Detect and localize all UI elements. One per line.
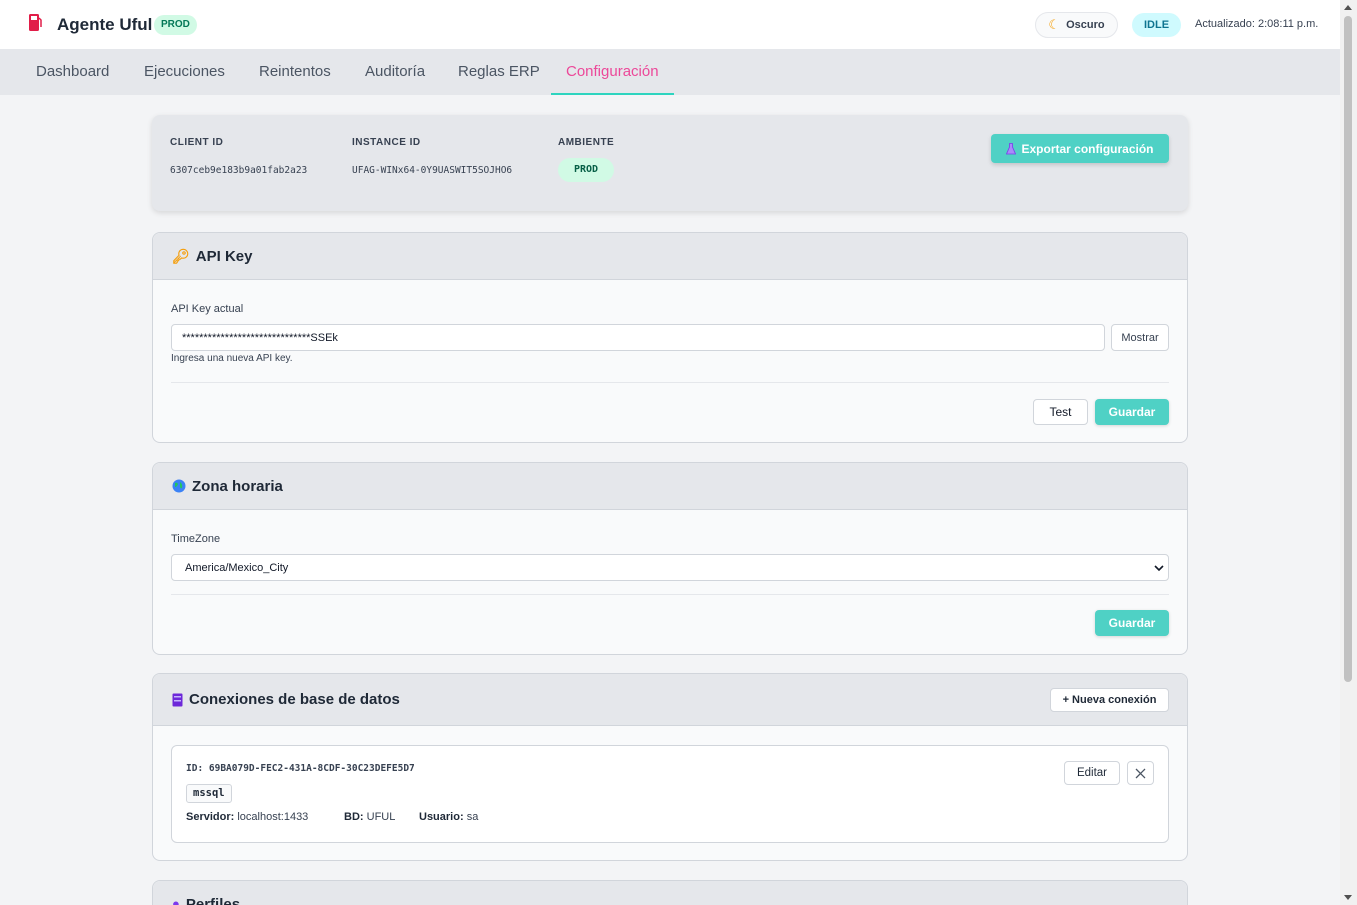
server-label: Servidor: <box>186 811 235 823</box>
db-label: BD: <box>344 811 364 823</box>
edit-connection-button[interactable]: Editar <box>1064 761 1120 785</box>
instance-id-label: INSTANCE ID <box>352 137 421 148</box>
instance-info-card: CLIENT ID 6307ceb9e183b9a01fab2a23 INSTA… <box>152 115 1188 211</box>
scroll-thumb[interactable] <box>1344 16 1352 682</box>
connection-server: Servidor: localhost:1433 <box>186 811 308 823</box>
timezone-header: Zona horaria <box>153 463 1187 510</box>
main-nav: Dashboard Ejecuciones Reintentos Auditor… <box>0 50 1340 95</box>
theme-toggle-label: Oscuro <box>1066 19 1105 31</box>
chevron-down-icon <box>1154 565 1164 572</box>
user-icon: ● <box>172 896 180 905</box>
scroll-down-icon[interactable] <box>1344 895 1352 900</box>
top-bar: Agente Uful PROD ☾ Oscuro IDLE Actualiza… <box>0 0 1340 50</box>
timezone-title: Zona horaria <box>192 477 283 495</box>
api-key-field-label: API Key actual <box>171 303 244 315</box>
close-icon <box>1135 768 1146 778</box>
user-value: sa <box>466 811 479 823</box>
db-value: UFUL <box>366 811 396 823</box>
profiles-card: ● Perfiles <box>152 880 1188 905</box>
server-icon <box>172 693 183 706</box>
connection-type-badge: mssql <box>186 784 232 803</box>
tab-ejecuciones[interactable]: Ejecuciones <box>129 50 240 95</box>
timezone-select[interactable]: America/Mexico_City <box>171 554 1169 581</box>
environment-label: AMBIENTE <box>558 137 615 148</box>
profiles-title: Perfiles <box>185 896 241 905</box>
connection-item: ID: 69BA079D-FEC2-431A-8CDF-30C23DEFE5D7… <box>171 745 1169 843</box>
app-title: Agente Uful <box>57 15 153 34</box>
db-connections-title: Conexiones de base de datos <box>189 691 400 708</box>
client-id-value: 6307ceb9e183b9a01fab2a23 <box>170 165 308 176</box>
fuel-pump-icon <box>29 14 42 31</box>
tab-dashboard[interactable]: Dashboard <box>21 50 124 95</box>
divider <box>171 382 1169 383</box>
environment-badge: PROD <box>558 158 614 182</box>
timezone-selected: America/Mexico_City <box>185 561 289 574</box>
divider <box>171 594 1169 595</box>
connection-user: Usuario: sa <box>419 811 478 823</box>
key-icon: 🔑︎ <box>172 247 190 264</box>
client-id-label: CLIENT ID <box>170 137 224 148</box>
tab-auditoria[interactable]: Auditoría <box>350 50 440 95</box>
api-key-hint: Ingresa una nueva API key. <box>171 353 293 364</box>
status-badge: IDLE <box>1132 13 1181 37</box>
export-config-label: Exportar configuración <box>1021 141 1154 156</box>
theme-toggle-button[interactable]: ☾ Oscuro <box>1035 12 1118 38</box>
flask-icon <box>1006 142 1017 154</box>
last-updated: Actualizado: 2:08:11 p.m. <box>1195 18 1319 30</box>
timezone-field-label: TimeZone <box>171 533 221 545</box>
show-api-key-button[interactable]: Mostrar <box>1111 324 1169 351</box>
server-value: localhost:1433 <box>237 811 309 823</box>
export-config-button[interactable]: Exportar configuración <box>991 134 1169 163</box>
api-key-header: 🔑︎ API Key <box>153 233 1187 280</box>
db-connections-card: Conexiones de base de datos + Nueva cone… <box>152 673 1188 861</box>
save-timezone-button[interactable]: Guardar <box>1095 610 1169 636</box>
tab-configuracion[interactable]: Configuración <box>551 50 674 95</box>
tab-reintentos[interactable]: Reintentos <box>244 50 346 95</box>
api-key-title: API Key <box>195 247 253 265</box>
env-badge: PROD <box>154 15 197 35</box>
instance-id-value: UFAG-WINx64-0Y9UASWIT5SOJHO6 <box>352 165 513 176</box>
connection-id: ID: 69BA079D-FEC2-431A-8CDF-30C23DEFE5D7 <box>186 763 415 774</box>
test-api-key-button[interactable]: Test <box>1033 399 1088 425</box>
api-key-input[interactable]: ******************************SSEk <box>171 324 1105 351</box>
db-connections-header: Conexiones de base de datos <box>153 674 1187 726</box>
profiles-header: ● Perfiles <box>153 881 1187 905</box>
timezone-card: Zona horaria TimeZone America/Mexico_Cit… <box>152 462 1188 655</box>
connection-db: BD: UFUL <box>344 811 395 823</box>
page-scrollbar[interactable] <box>1340 0 1357 905</box>
save-api-key-button[interactable]: Guardar <box>1095 399 1169 425</box>
api-key-card: 🔑︎ API Key API Key actual **************… <box>152 232 1188 443</box>
globe-icon <box>172 479 186 493</box>
delete-connection-button[interactable] <box>1127 761 1154 785</box>
moon-icon: ☾ <box>1048 17 1061 32</box>
scroll-up-icon[interactable] <box>1344 5 1352 10</box>
user-label: Usuario: <box>419 811 464 823</box>
tab-reglas-erp[interactable]: Reglas ERP <box>443 50 555 95</box>
new-connection-button[interactable]: + Nueva conexión <box>1050 688 1169 712</box>
